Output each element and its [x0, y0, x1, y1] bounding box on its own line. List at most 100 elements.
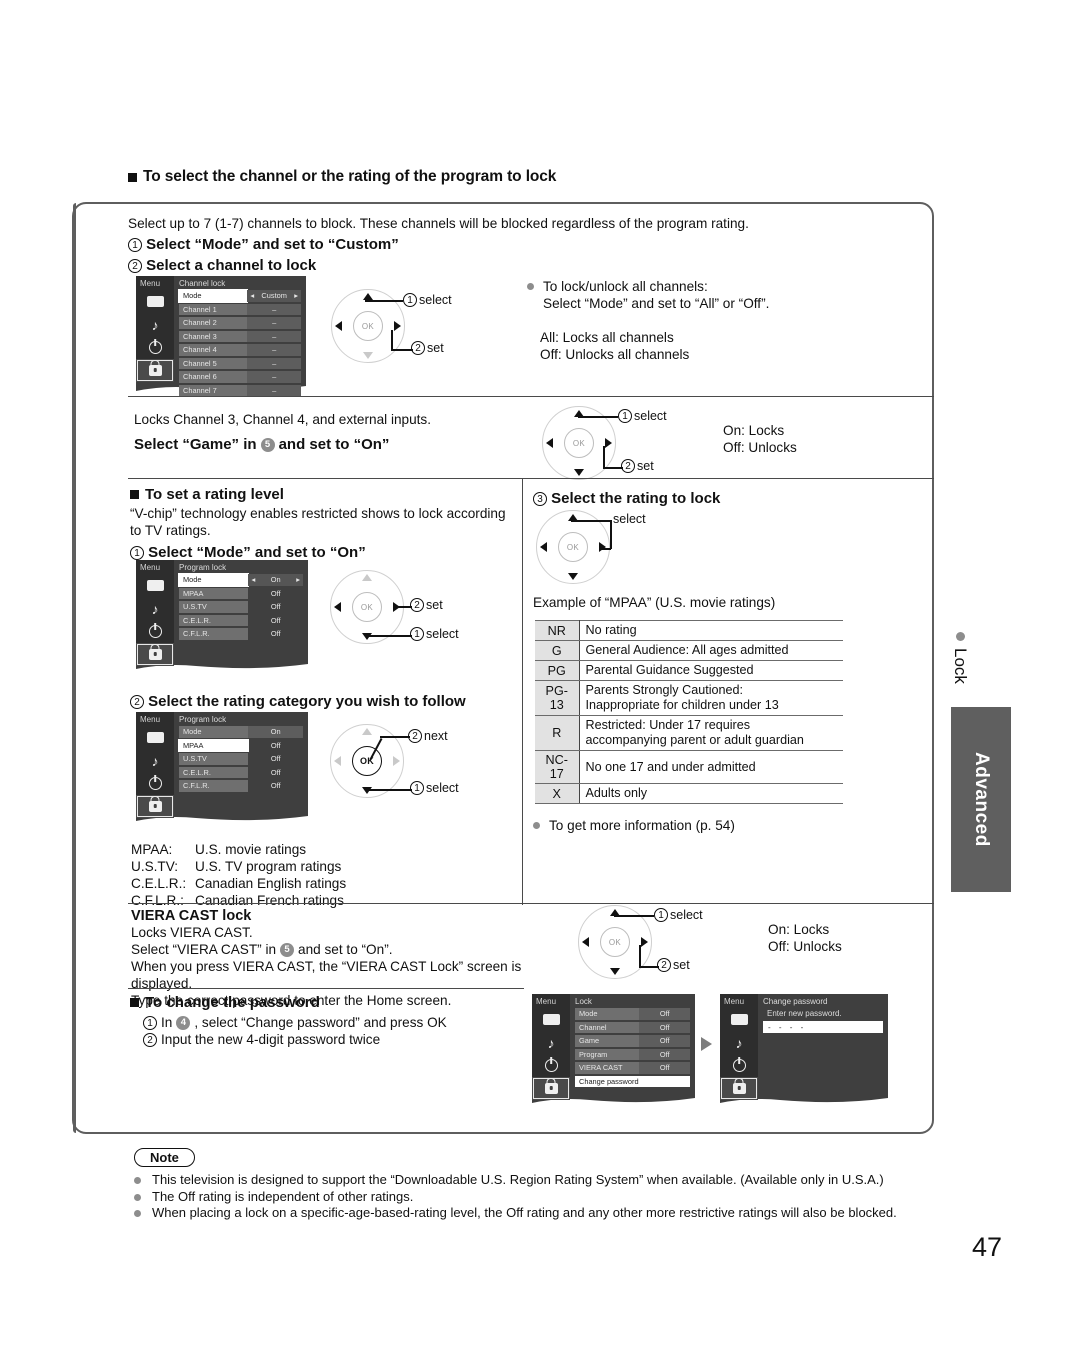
osd-picture-icon[interactable] [720, 1008, 758, 1031]
osd-row[interactable]: MPAA Off [177, 738, 303, 752]
osd-row-value: Off [639, 1035, 690, 1047]
square-bullet-icon [128, 172, 137, 182]
osd-lock-icon[interactable] [136, 643, 174, 666]
viera-cast-line2-b: and set to “On”. [298, 942, 393, 957]
section-channel-lock: Select up to 7 (1-7) channels to block. … [128, 215, 934, 276]
step-number-2: 2 [128, 259, 142, 274]
osd-row[interactable]: Channel 1– [179, 303, 301, 315]
osd-lock-icon[interactable] [136, 359, 174, 382]
callout-label-set: set [637, 459, 654, 473]
osd-row-value: Off [639, 1062, 690, 1074]
arrow-down-icon[interactable] [574, 469, 584, 476]
callout-label-set: set [427, 341, 444, 355]
osd-program-rows: MPAA Off U.S.TV Off C.E.L.R. Off C.F.L.R. Off [177, 738, 303, 792]
arrow-left-icon[interactable] [334, 602, 341, 612]
legend-text: U.S. movie ratings [195, 842, 307, 857]
rating-level-step1-text: Select “Mode” and set to “On” [148, 544, 366, 561]
arrow-right-icon[interactable] [641, 937, 648, 947]
nav-pad-channel-lock[interactable]: OK 1 select 2 set [331, 289, 452, 363]
arrow-down-icon[interactable] [568, 573, 578, 580]
rating-description: Parents Strongly Cautioned: Inappropriate… [579, 680, 843, 716]
osd-row[interactable]: C.F.L.R. Off [179, 780, 303, 792]
arrow-up-icon[interactable] [362, 574, 372, 581]
osd-row[interactable]: U.S.TV Off [179, 753, 303, 765]
osd-row[interactable]: Channel 5– [179, 357, 301, 369]
channel-lock-step2: 2 Select a channel to lock [128, 255, 934, 276]
rating-code: PG- 13 [535, 680, 580, 716]
arrow-right-icon[interactable] [599, 542, 606, 552]
arrow-left-icon[interactable] [334, 756, 341, 766]
osd-lock-icon[interactable] [720, 1077, 758, 1100]
arrow-left-icon[interactable] [582, 937, 589, 947]
osd-row-value: – [247, 384, 301, 396]
osd-row-value: – [247, 371, 301, 383]
osd-timer-icon[interactable] [136, 620, 174, 643]
osd-row-value: Custom [261, 291, 287, 301]
osd-picture-icon[interactable] [136, 726, 174, 749]
ok-button[interactable]: OK [558, 532, 588, 562]
note-all-channels: To lock/unlock all channels: [543, 279, 708, 294]
osd-lock-icon[interactable] [532, 1077, 570, 1100]
osd-row-mode[interactable]: Mode ◂ On ▸ [177, 573, 303, 587]
osd-row[interactable]: Channel 2– [179, 317, 301, 329]
osd-row[interactable]: Mode Off [575, 1008, 690, 1020]
password-input[interactable]: - - - - [763, 1021, 883, 1033]
osd-row[interactable]: U.S.TV Off [179, 601, 303, 613]
osd-audio-icon[interactable]: ♪ [720, 1031, 758, 1054]
osd-row-key: Channel 7 [179, 384, 248, 396]
arrow-left-icon[interactable] [540, 542, 547, 552]
osd-row[interactable]: Program Off [575, 1048, 690, 1060]
osd-picture-icon[interactable] [136, 290, 174, 313]
ok-button[interactable]: OK [600, 927, 630, 957]
osd-picture-icon[interactable] [136, 574, 174, 597]
divider-1 [128, 396, 934, 397]
ok-button[interactable]: OK [352, 592, 382, 622]
osd-picture-icon[interactable] [532, 1008, 570, 1031]
osd-row[interactable]: Game Off [575, 1035, 690, 1047]
osd-audio-icon[interactable]: ♪ [136, 749, 174, 772]
osd-row[interactable]: C.F.L.R. Off [179, 628, 303, 640]
osd-timer-icon[interactable] [136, 772, 174, 795]
osd-audio-icon[interactable]: ♪ [136, 313, 174, 336]
osd-row[interactable]: VIERA CAST Off [575, 1062, 690, 1074]
osd-row[interactable]: Channel 7– [179, 384, 301, 396]
arrow-left-icon[interactable] [546, 438, 553, 448]
ok-button[interactable]: OK [564, 428, 594, 458]
rating-description: General Audience: All ages admitted [579, 640, 843, 661]
nav-pad-viera-cast[interactable]: OK 1 select 2 set [578, 905, 703, 979]
osd-audio-icon[interactable]: ♪ [532, 1031, 570, 1054]
osd-row[interactable]: C.E.L.R. Off [179, 766, 303, 778]
osd-lock-icon[interactable] [136, 795, 174, 818]
arrow-up-icon[interactable] [363, 293, 373, 300]
osd-row-value: – [247, 317, 301, 329]
arrow-right-icon[interactable] [605, 438, 612, 448]
nav-pad-rating-step2[interactable]: OK 2 next 1 select [330, 724, 459, 798]
nav-pad-rating-step1[interactable]: OK 2 set 1 select [330, 570, 459, 644]
osd-timer-icon[interactable] [720, 1054, 758, 1077]
osd-row[interactable]: Channel Off [575, 1021, 690, 1033]
osd-timer-icon[interactable] [532, 1054, 570, 1077]
arrow-down-icon[interactable] [363, 352, 373, 359]
osd-row[interactable]: Channel 3– [179, 330, 301, 342]
ok-button[interactable]: OK [353, 311, 383, 341]
nav-pad-game-lock[interactable]: OK 1 select 2 set [542, 406, 667, 480]
osd-row-mode[interactable]: Mode On [179, 726, 303, 738]
ok-button[interactable]: OK [352, 746, 382, 776]
osd-row[interactable]: C.E.L.R. Off [179, 614, 303, 626]
osd-row-change-password[interactable]: Change password [575, 1075, 690, 1087]
osd-row-mode[interactable]: Mode ◂ Custom ▸ [177, 289, 301, 303]
arrow-up-icon[interactable] [362, 728, 372, 735]
table-row: G General Audience: All ages admitted [535, 640, 843, 661]
osd-timer-icon[interactable] [136, 336, 174, 359]
arrow-down-icon[interactable] [610, 968, 620, 975]
osd-row[interactable]: MPAA Off [179, 587, 303, 599]
osd-row[interactable]: Channel 4– [179, 344, 301, 356]
nav-pad-rating-step3[interactable]: OK select [536, 510, 646, 584]
arrow-right-icon[interactable] [394, 321, 401, 331]
arrow-right-icon[interactable] [393, 756, 400, 766]
osd-row-key: VIERA CAST [575, 1062, 640, 1074]
arrow-left-icon[interactable] [335, 321, 342, 331]
osd-audio-icon[interactable]: ♪ [136, 597, 174, 620]
osd-row-value: – [247, 357, 301, 369]
osd-row[interactable]: Channel 6– [179, 371, 301, 383]
